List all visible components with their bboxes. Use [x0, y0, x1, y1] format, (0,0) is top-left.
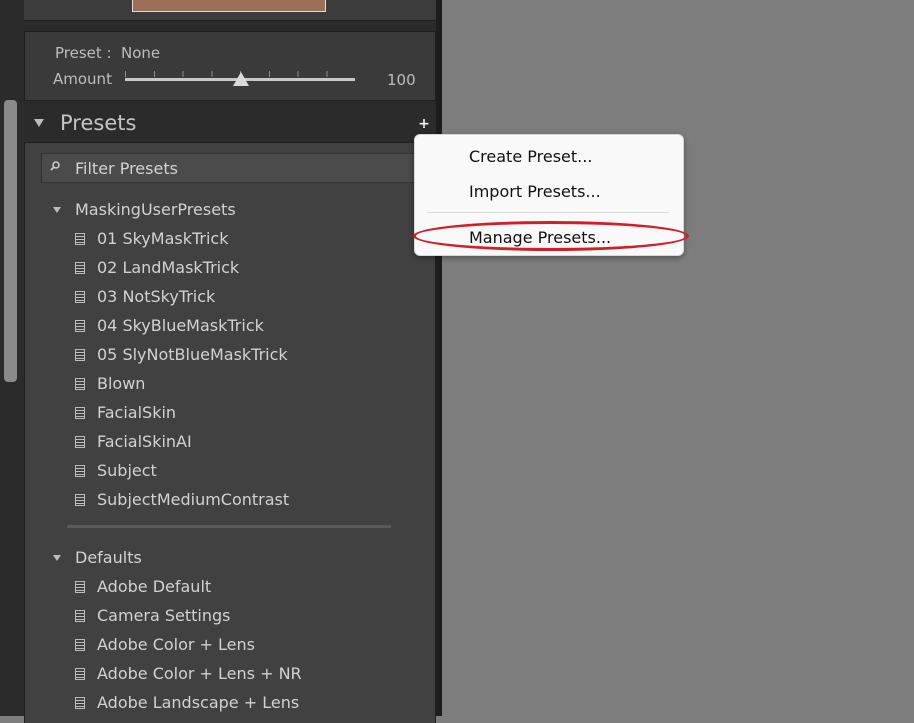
preset-icon: [75, 291, 85, 303]
preset-item-label: 02 LandMaskTrick: [97, 258, 240, 277]
triangle-down-icon[interactable]: [53, 207, 61, 213]
preset-label: Preset :: [55, 44, 112, 62]
preview-box: [24, 0, 436, 21]
preset-item-label: Blown: [97, 374, 146, 393]
preset-item-label: 03 NotSkyTrick: [97, 287, 216, 306]
menu-separator: [427, 212, 669, 213]
group-divider: [67, 525, 391, 528]
filter-presets-placeholder: Filter Presets: [75, 159, 178, 178]
amount-value: 100: [387, 71, 416, 89]
presets-header[interactable]: Presets +: [24, 106, 436, 142]
preset-icon: [75, 668, 85, 680]
preset-icon: [75, 320, 85, 332]
search-icon: [50, 161, 60, 171]
amount-label: Amount: [53, 70, 112, 88]
preset-item-label: 04 SkyBlueMaskTrick: [97, 316, 264, 335]
preset-icon: [75, 349, 85, 361]
preview-thumbnail: [132, 0, 326, 12]
presets-list: Filter Presets MaskingUserPresets 01 Sky…: [24, 142, 436, 723]
triangle-down-icon[interactable]: [53, 555, 61, 561]
preset-icon: [75, 494, 85, 506]
left-edge: [0, 0, 24, 716]
preset-icon: [75, 610, 85, 622]
presets-title: Presets: [60, 111, 137, 135]
preset-icon: [75, 581, 85, 593]
preset-item-label: Adobe Landscape + Lens: [97, 693, 300, 712]
preset-item-label: Adobe Color + Lens + NR: [97, 664, 302, 683]
plus-icon[interactable]: +: [416, 116, 432, 132]
preset-icon: [75, 378, 85, 390]
amount-slider-handle[interactable]: [233, 72, 249, 86]
preset-icon: [75, 465, 85, 477]
group-label: Defaults: [75, 548, 142, 567]
panel-scrollbar[interactable]: [4, 100, 17, 382]
preset-value: None: [121, 44, 161, 62]
develop-right-panel: Preset : None Amount 100 Presets + Filte…: [24, 0, 436, 723]
panel-edge: [436, 0, 442, 716]
preset-icon: [75, 639, 85, 651]
preset-icon: [75, 697, 85, 709]
preset-icon: [75, 407, 85, 419]
highlight-ellipse: [413, 221, 689, 251]
preset-icon: [75, 233, 85, 245]
group-label: MaskingUserPresets: [75, 200, 236, 219]
preset-item-label: FacialSkinAI: [97, 432, 192, 451]
triangle-down-icon[interactable]: [34, 119, 44, 127]
preset-item-label: Adobe Color + Lens: [97, 635, 255, 654]
preset-amount-box: Preset : None Amount 100: [24, 31, 436, 101]
preset-item-label: FacialSkin: [97, 403, 177, 422]
preset-item-label: Camera Settings: [97, 606, 231, 625]
preset-item-label: 05 SlyNotBlueMaskTrick: [97, 345, 288, 364]
preset-item-label: SubjectMediumContrast: [97, 490, 290, 509]
preset-item-label: Subject: [97, 461, 157, 480]
filter-presets-input[interactable]: Filter Presets: [41, 153, 423, 183]
menu-item-create-preset[interactable]: Create Preset...: [469, 147, 592, 166]
preset-icon: [75, 262, 85, 274]
preset-item-label: 01 SkyMaskTrick: [97, 229, 229, 248]
preset-item-label: Adobe Default: [97, 577, 212, 596]
menu-item-import-presets[interactable]: Import Presets...: [469, 182, 601, 201]
preset-icon: [75, 436, 85, 448]
